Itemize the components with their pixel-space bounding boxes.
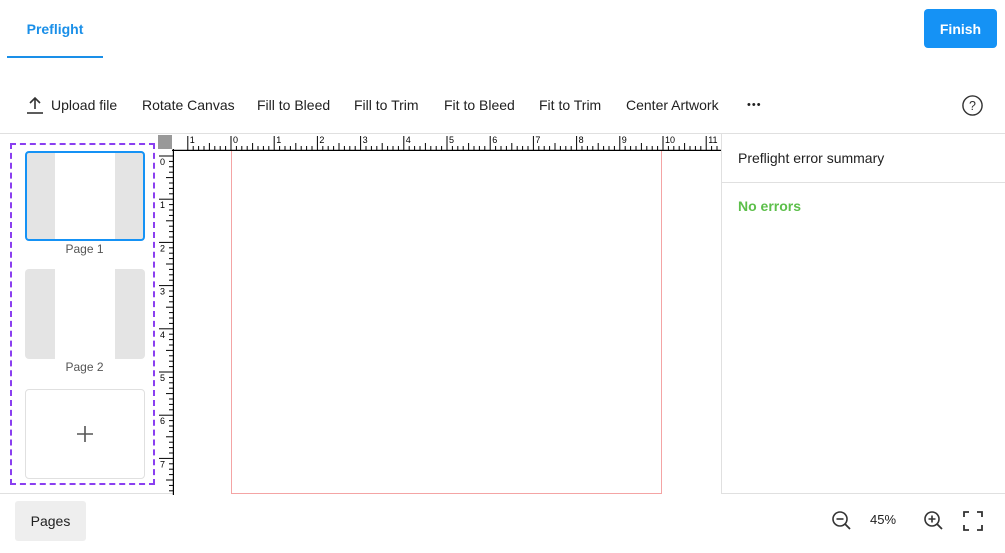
canvas[interactable] bbox=[174, 151, 721, 494]
vertical-ruler: 0 1 2 3 4 5 6 7 bbox=[159, 149, 174, 495]
more-options-button[interactable]: ••• bbox=[747, 86, 762, 124]
ruler-label: 0 bbox=[233, 135, 238, 145]
ruler-corner bbox=[158, 135, 172, 149]
svg-text:?: ? bbox=[969, 99, 976, 113]
ruler-label: 4 bbox=[160, 330, 165, 340]
fullscreen-icon[interactable] bbox=[962, 509, 984, 533]
fill-to-trim-button[interactable]: Fill to Trim bbox=[354, 86, 419, 124]
fit-to-trim-button[interactable]: Fit to Trim bbox=[539, 86, 601, 124]
help-circle-icon[interactable]: ? bbox=[961, 94, 984, 117]
ruler-label: 11 bbox=[708, 135, 717, 145]
summary-divider bbox=[722, 182, 1005, 183]
pages-panel: Page 1 Page 2 bbox=[10, 143, 155, 485]
ruler-label: 0 bbox=[160, 157, 165, 167]
horizontal-ruler: 1 0 1 2 3 4 5 6 7 8 9 10 11 bbox=[172, 135, 721, 151]
rotate-canvas-button[interactable]: Rotate Canvas bbox=[142, 86, 235, 124]
zoom-in-icon[interactable] bbox=[922, 509, 944, 533]
ruler-label: 8 bbox=[579, 135, 584, 145]
preflight-summary-panel: Preflight error summary No errors bbox=[721, 134, 1005, 494]
trim-box bbox=[231, 151, 662, 494]
fit-to-bleed-button[interactable]: Fit to Bleed bbox=[444, 86, 515, 124]
ruler-label: 4 bbox=[406, 135, 411, 145]
toolbar: Upload file Rotate Canvas Fill to Bleed … bbox=[0, 86, 1005, 124]
upload-file-label: Upload file bbox=[51, 97, 118, 113]
ruler-label: 5 bbox=[160, 373, 165, 383]
main-area: Page 1 Page 2 1 0 1 2 3 4 5 6 7 8 9 10 11 01234567 P… bbox=[0, 133, 1005, 495]
ruler-label: 9 bbox=[622, 135, 627, 145]
page-label-2: Page 2 bbox=[65, 360, 104, 374]
tab-preflight-label: Preflight bbox=[26, 21, 84, 37]
ruler-label: 6 bbox=[492, 135, 497, 145]
summary-title: Preflight error summary bbox=[738, 150, 885, 166]
plus-icon bbox=[77, 426, 93, 442]
ruler-label: 2 bbox=[319, 135, 324, 145]
ruler-label: 10 bbox=[665, 135, 675, 145]
status-no-errors: No errors bbox=[738, 198, 802, 214]
preflight-app: Preflight Finish Upload file Rotate Canv… bbox=[0, 0, 1005, 553]
ruler-label: 3 bbox=[363, 135, 368, 145]
upload-icon bbox=[27, 96, 43, 114]
page-thumbnail-1[interactable] bbox=[25, 151, 145, 241]
add-page-button[interactable] bbox=[25, 389, 145, 479]
ruler-label: 7 bbox=[535, 135, 540, 145]
tab-preflight[interactable]: Preflight bbox=[7, 0, 103, 58]
ruler-label: 5 bbox=[449, 135, 454, 145]
center-artwork-button[interactable]: Center Artwork bbox=[626, 86, 719, 124]
ruler-label: 6 bbox=[160, 416, 165, 426]
upload-file-button[interactable]: Upload file bbox=[25, 86, 117, 124]
ruler-label: 1 bbox=[190, 135, 195, 145]
ruler-label: 1 bbox=[276, 135, 281, 145]
zoom-level: 45% bbox=[870, 512, 897, 527]
fill-to-bleed-button[interactable]: Fill to Bleed bbox=[257, 86, 330, 124]
ruler-label: 3 bbox=[160, 287, 165, 297]
page-label-1: Page 1 bbox=[65, 242, 104, 256]
ruler-label: 2 bbox=[160, 243, 165, 253]
ruler-label: 7 bbox=[160, 459, 165, 469]
zoom-out-icon[interactable] bbox=[830, 509, 852, 533]
page-thumbnail-2[interactable] bbox=[25, 269, 145, 359]
finish-button[interactable]: Finish bbox=[924, 9, 997, 48]
pages-button[interactable]: Pages bbox=[15, 501, 86, 541]
ruler-label: 1 bbox=[160, 200, 165, 210]
